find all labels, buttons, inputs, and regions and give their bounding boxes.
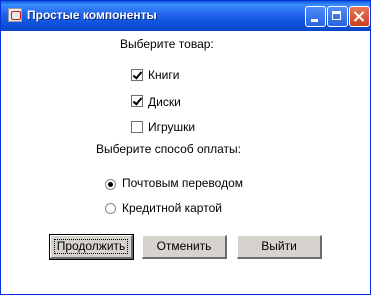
payment-heading: Выберите способ оплаты: (96, 142, 242, 156)
radio-credit-card-label[interactable]: Кредитной картой (122, 201, 222, 215)
radio-postal-transfer-label[interactable]: Почтовым переводом (122, 176, 243, 190)
cancel-button[interactable]: Отменить (142, 235, 227, 259)
maximize-icon (332, 11, 341, 20)
java-cup-icon[interactable] (8, 8, 22, 22)
product-heading: Выберите товар: (120, 37, 214, 51)
checkbox-books[interactable] (131, 69, 143, 81)
maximize-button[interactable] (327, 6, 348, 27)
checkbox-disks-label[interactable]: Диски (148, 95, 181, 109)
exit-button[interactable]: Выйти (237, 235, 322, 259)
close-button[interactable] (349, 6, 370, 27)
close-icon (350, 7, 369, 26)
minimize-button[interactable] (305, 6, 326, 27)
cancel-button-label: Отменить (156, 239, 212, 253)
checkbox-toys[interactable] (131, 121, 143, 133)
radio-credit-card[interactable] (105, 203, 116, 214)
exit-button-label: Выйти (261, 239, 297, 253)
checkbox-disks[interactable] (131, 95, 143, 107)
checkbox-toys-label[interactable]: Игрушки (148, 120, 195, 134)
focus-ring (54, 239, 128, 254)
window-title: Простые компоненты (27, 8, 157, 22)
continue-button[interactable]: Продолжить (49, 234, 134, 260)
checkbox-books-label[interactable]: Книги (148, 68, 179, 82)
app-window: Простые компоненты Выберите товар: Книги… (0, 0, 371, 295)
minimize-icon (311, 19, 318, 22)
title-bar[interactable]: Простые компоненты (1, 1, 370, 31)
radio-postal-transfer[interactable] (105, 179, 116, 190)
